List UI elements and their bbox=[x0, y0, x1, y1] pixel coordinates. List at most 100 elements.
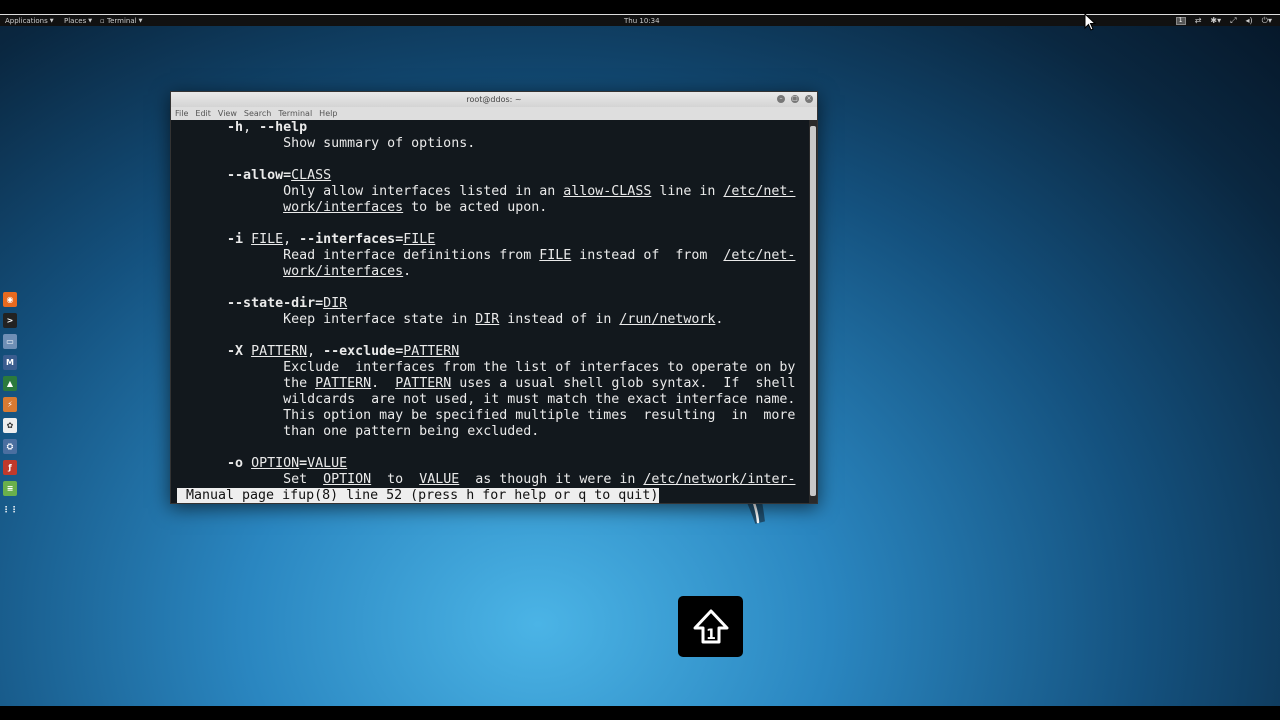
terminal-text: to be acted upon. bbox=[403, 200, 548, 215]
terminal-text: -i bbox=[227, 232, 244, 247]
terminal-text: /run/network bbox=[619, 312, 716, 327]
show-apps-icon[interactable]: ⋮⋮ bbox=[2, 502, 18, 517]
beef-icon[interactable]: ƒ bbox=[3, 460, 17, 475]
terminal-line: --allow=CLASS bbox=[171, 168, 331, 184]
terminal-line: Read interface definitions from FILE ins… bbox=[171, 248, 795, 264]
minimize-icon[interactable]: – bbox=[777, 95, 785, 103]
terminal-text: work/interfaces bbox=[283, 264, 404, 279]
terminal-text: work/interfaces bbox=[283, 200, 404, 215]
terminal-icon[interactable]: > bbox=[3, 313, 17, 328]
terminal-text: This option may be specified multiple ti… bbox=[171, 408, 796, 423]
terminal-text: Exclude interfaces from the list of inte… bbox=[171, 360, 796, 375]
terminal-line: Set OPTION to VALUE as though it were in… bbox=[171, 472, 795, 488]
terminal-text: Only allow interfaces listed in an bbox=[171, 184, 564, 199]
terminal-text: the bbox=[171, 376, 316, 391]
terminal-title: root@ddos: ~ bbox=[466, 95, 522, 104]
terminal-line: -X PATTERN, --exclude=PATTERN bbox=[171, 344, 459, 360]
screenshot-share-button[interactable]: 1 bbox=[678, 596, 743, 657]
terminal-text: uses a usual shell glob syntax. If shell bbox=[451, 376, 796, 391]
terminal-text: DIR bbox=[323, 296, 348, 311]
terminal-text: instead of in bbox=[499, 312, 620, 327]
terminal-text: line in bbox=[651, 184, 724, 199]
terminal-menu-view[interactable]: View bbox=[218, 107, 237, 120]
terminal-menu-terminal[interactable]: Terminal bbox=[278, 107, 312, 120]
terminal-line: the PATTERN. PATTERN uses a usual shell … bbox=[171, 376, 795, 392]
terminal-menu-search[interactable]: Search bbox=[244, 107, 271, 120]
terminal-text: PATTERN bbox=[251, 344, 308, 359]
terminal-text: , bbox=[243, 120, 260, 135]
terminal-text: OPTION bbox=[251, 456, 300, 471]
terminal-text: -o bbox=[227, 456, 244, 471]
terminal-scrollbar[interactable] bbox=[809, 120, 817, 503]
terminal-small-icon: ▫ bbox=[100, 17, 107, 25]
terminal-line: work/interfaces. bbox=[171, 264, 411, 280]
terminal-text: -X bbox=[227, 344, 244, 359]
terminal-titlebar[interactable]: root@ddos: ~ – □ × bbox=[171, 92, 817, 107]
scrollbar-thumb[interactable] bbox=[810, 126, 816, 496]
terminal-line: Keep interface state in DIR instead of i… bbox=[171, 312, 723, 328]
terminal-window[interactable]: root@ddos: ~ – □ × File Edit View Search Ter… bbox=[170, 91, 818, 504]
metasploit-icon[interactable]: M bbox=[3, 355, 17, 370]
terminal-text: , bbox=[283, 232, 300, 247]
terminal-text: /etc/network/inter- bbox=[643, 472, 796, 487]
terminal-line: This option may be specified multiple ti… bbox=[171, 408, 795, 424]
share-up-icon: 1 bbox=[693, 609, 728, 643]
svg-text:1: 1 bbox=[706, 627, 716, 643]
places-label: Places bbox=[64, 17, 87, 25]
terminal-text: . bbox=[715, 312, 724, 327]
terminal-text: as though it were in bbox=[459, 472, 644, 487]
terminal-line: than one pattern being excluded. bbox=[171, 424, 539, 440]
terminal-text: --interfaces= bbox=[299, 232, 404, 247]
close-icon[interactable]: × bbox=[805, 95, 813, 103]
terminal-text: /etc/net- bbox=[723, 184, 796, 199]
terminal-text: VALUE bbox=[419, 472, 460, 487]
files-icon[interactable]: ▭ bbox=[3, 334, 17, 349]
terminal-text: Keep interface state in bbox=[171, 312, 476, 327]
terminal-line: --state-dir=DIR bbox=[171, 296, 347, 312]
terminal-text: --exclude= bbox=[323, 344, 404, 359]
terminal-text: VALUE bbox=[307, 456, 348, 471]
leafpad-icon[interactable]: ≡ bbox=[3, 481, 17, 496]
terminal-line: -i FILE, --interfaces=FILE bbox=[171, 232, 435, 248]
terminal-text: -h bbox=[227, 120, 244, 135]
bottom-letterbox bbox=[0, 706, 1280, 720]
terminal-text: to bbox=[371, 472, 420, 487]
maximize-icon[interactable]: □ bbox=[791, 95, 799, 103]
desktop: ◉ > ▭ M ▲ ⚡ ✿ ⛭ ƒ ≡ ⋮⋮ root@ddos: ~ – □ × File Edit… bbox=[0, 26, 1280, 706]
terminal-text: DIR bbox=[475, 312, 500, 327]
terminal-text: FILE bbox=[539, 248, 572, 263]
workspace-indicator[interactable]: 1 bbox=[1175, 17, 1186, 25]
faraday-icon[interactable]: ✿ bbox=[3, 418, 17, 433]
chevron-down-icon: ▼ bbox=[138, 18, 143, 24]
terminal-text: --help bbox=[259, 120, 308, 135]
maltego-icon[interactable]: ⛭ bbox=[3, 439, 17, 454]
terminal-menu-file[interactable]: File bbox=[175, 107, 188, 120]
terminal-text: . bbox=[403, 264, 412, 279]
burpsuite-icon[interactable]: ⚡ bbox=[3, 397, 17, 412]
terminal-menu-help[interactable]: Help bbox=[319, 107, 337, 120]
terminal-output[interactable]: -h, --help Show summary of options. --al… bbox=[171, 120, 809, 503]
mouse-cursor-icon bbox=[1084, 13, 1096, 31]
pager-status-line: Manual page ifup(8) line 52 (press h for… bbox=[177, 488, 660, 503]
terminal-text: OPTION bbox=[323, 472, 372, 487]
terminal-line: work/interfaces to be acted upon. bbox=[171, 200, 547, 216]
terminal-menu-edit[interactable]: Edit bbox=[195, 107, 211, 120]
terminal-text: CLASS bbox=[291, 168, 332, 183]
terminal-text: PATTERN bbox=[403, 344, 460, 359]
terminal-line: -h, --help bbox=[171, 120, 307, 136]
terminal-text: /etc/net- bbox=[723, 248, 796, 263]
terminal-text: allow-CLASS bbox=[563, 184, 652, 199]
terminal-text: --state-dir= bbox=[227, 296, 324, 311]
armitage-icon[interactable]: ▲ bbox=[3, 376, 17, 391]
terminal-text: , bbox=[307, 344, 324, 359]
terminal-text: FILE bbox=[251, 232, 284, 247]
firefox-icon[interactable]: ◉ bbox=[3, 292, 17, 307]
